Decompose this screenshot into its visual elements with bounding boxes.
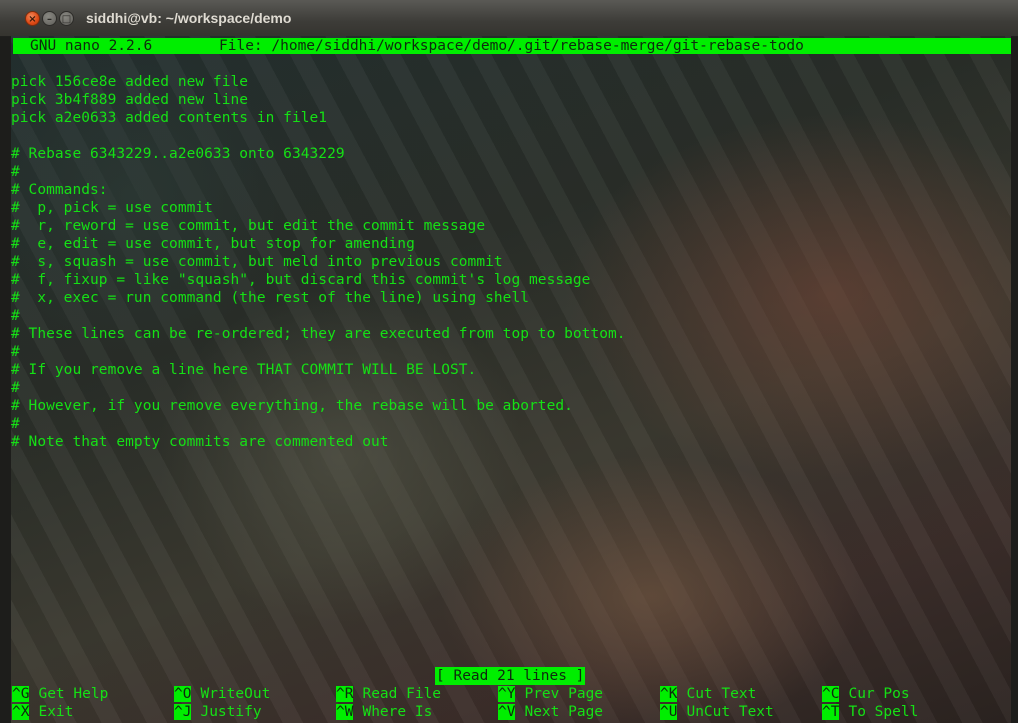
shortcut-key: ^W	[336, 704, 354, 720]
shortcut-where-is[interactable]: ^W Where Is	[336, 703, 432, 721]
shortcut-uncut-text[interactable]: ^U UnCut Text	[660, 703, 774, 721]
editor-line[interactable]: #	[11, 307, 20, 325]
window-titlebar[interactable]: × – □ siddhi@vb: ~/workspace/demo	[0, 0, 1018, 37]
shortcut-key: ^X	[12, 704, 30, 720]
shortcut-key: ^Y	[498, 686, 516, 702]
shortcut-label: Cur Pos	[848, 686, 910, 702]
shortcut-label: Cut Text	[686, 686, 757, 702]
editor-line[interactable]: # x, exec = run command (the rest of the…	[11, 289, 529, 307]
shortcut-key: ^R	[336, 686, 354, 702]
nano-version: GNU nano 2.2.6	[30, 38, 153, 54]
editor-line[interactable]: # If you remove a line here THAT COMMIT …	[11, 361, 476, 379]
shortcut-prev-page[interactable]: ^Y Prev Page	[498, 685, 603, 703]
terminal-window: × – □ siddhi@vb: ~/workspace/demo GNU na…	[0, 0, 1018, 723]
editor-line[interactable]: #	[11, 343, 20, 361]
editor-line[interactable]: # f, fixup = like "squash", but discard …	[11, 271, 590, 289]
shortcut-exit[interactable]: ^X Exit	[12, 703, 73, 721]
editor-line[interactable]: # Rebase 6343229..a2e0633 onto 6343229	[11, 145, 345, 163]
editor-line[interactable]: pick 156ce8e added new file	[11, 73, 248, 91]
shortcut-writeout[interactable]: ^O WriteOut	[174, 685, 270, 703]
shortcut-label: Next Page	[524, 704, 604, 720]
shortcut-label: Where Is	[362, 704, 433, 720]
shortcut-key: ^J	[174, 704, 192, 720]
shortcut-label: UnCut Text	[686, 704, 774, 720]
shortcut-cut-text[interactable]: ^K Cut Text	[660, 685, 756, 703]
window-title: siddhi@vb: ~/workspace/demo	[86, 10, 292, 26]
nano-header-bar: GNU nano 2.2.6 File: /home/siddhi/worksp…	[13, 38, 1011, 54]
shortcut-justify[interactable]: ^J Justify	[174, 703, 262, 721]
status-message: [ Read 21 lines ]	[435, 667, 586, 685]
editor-line[interactable]: #	[11, 379, 20, 397]
terminal-content[interactable]: GNU nano 2.2.6 File: /home/siddhi/worksp…	[11, 36, 1011, 723]
maximize-window-button[interactable]: □	[59, 11, 74, 26]
minimize-window-button[interactable]: –	[42, 11, 57, 26]
shortcut-label: Justify	[200, 704, 262, 720]
editor-line[interactable]: # However, if you remove everything, the…	[11, 397, 573, 415]
editor-line[interactable]: #	[11, 415, 20, 433]
editor-line[interactable]: # e, edit = use commit, but stop for ame…	[11, 235, 415, 253]
shortcut-to-spell[interactable]: ^T To Spell	[822, 703, 918, 721]
shortcut-cur-pos[interactable]: ^C Cur Pos	[822, 685, 910, 703]
shortcut-label: WriteOut	[200, 686, 271, 702]
shortcut-key: ^K	[660, 686, 678, 702]
editor-line[interactable]: # s, squash = use commit, but meld into …	[11, 253, 503, 271]
editor-line[interactable]: # These lines can be re-ordered; they ar…	[11, 325, 626, 343]
shortcut-key: ^U	[660, 704, 678, 720]
shortcut-next-page[interactable]: ^V Next Page	[498, 703, 603, 721]
shortcut-label: Exit	[38, 704, 74, 720]
editor-line[interactable]: pick 3b4f889 added new line	[11, 91, 248, 109]
shortcut-key: ^O	[174, 686, 192, 702]
nano-file-path: File: /home/siddhi/workspace/demo/.git/r…	[219, 38, 804, 54]
shortcut-label: Get Help	[38, 686, 109, 702]
editor-line[interactable]: #	[11, 163, 20, 181]
shortcut-key: ^C	[822, 686, 840, 702]
editor-line[interactable]: # Note that empty commits are commented …	[11, 433, 389, 451]
shortcut-label: To Spell	[848, 704, 919, 720]
close-window-button[interactable]: ×	[25, 11, 40, 26]
shortcut-label: Prev Page	[524, 686, 604, 702]
shortcut-read-file[interactable]: ^R Read File	[336, 685, 441, 703]
editor-line[interactable]: # Commands:	[11, 181, 108, 199]
shortcut-label: Read File	[362, 686, 442, 702]
shortcut-key: ^T	[822, 704, 840, 720]
shortcut-get-help[interactable]: ^G Get Help	[12, 685, 108, 703]
editor-line[interactable]: # p, pick = use commit	[11, 199, 213, 217]
editor-line[interactable]: # r, reword = use commit, but edit the c…	[11, 217, 485, 235]
shortcut-key: ^G	[12, 686, 30, 702]
editor-line[interactable]: pick a2e0633 added contents in file1	[11, 109, 327, 127]
shortcut-key: ^V	[498, 704, 516, 720]
